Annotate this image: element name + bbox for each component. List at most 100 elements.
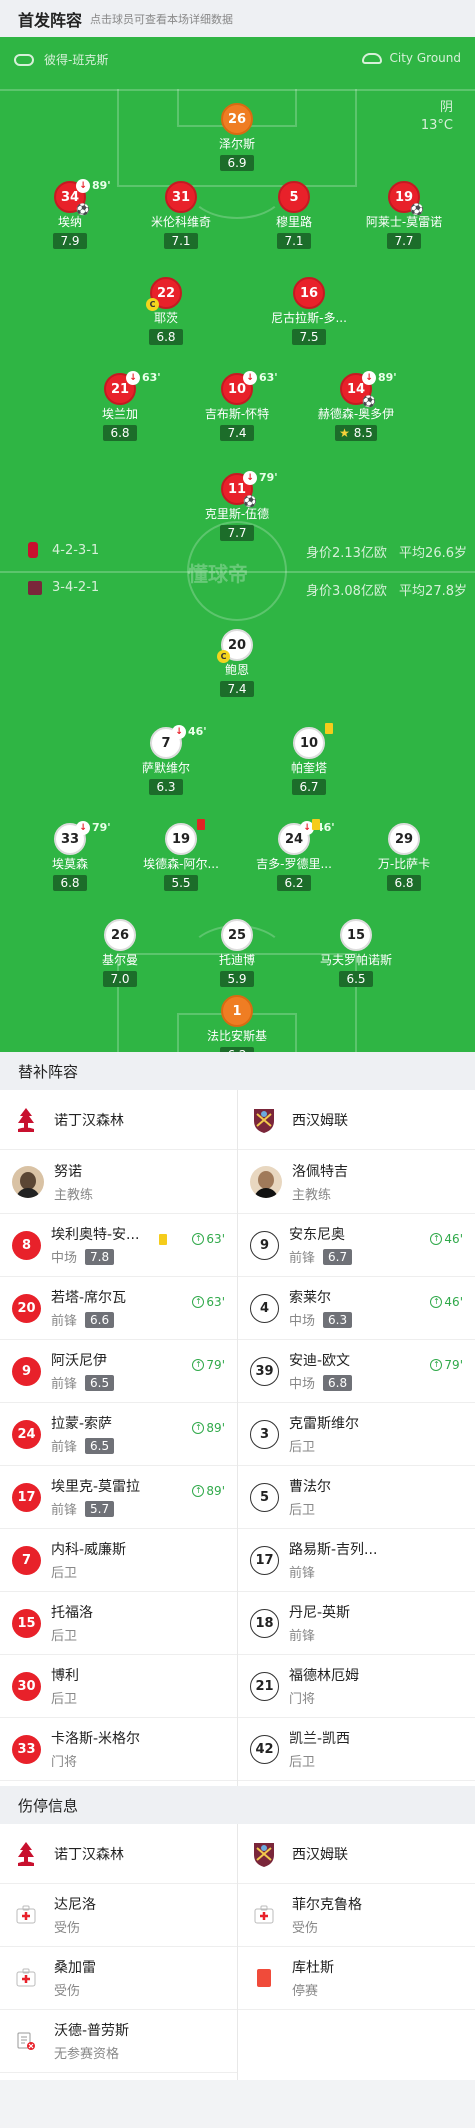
rating-value: 7.4 bbox=[227, 682, 247, 696]
injury-away-team-row[interactable]: 西汉姆联 bbox=[238, 1824, 475, 1884]
sub-number-badge: 7 bbox=[12, 1545, 41, 1575]
sub-player-meta: 后卫 bbox=[289, 1436, 475, 1455]
sub-player-row[interactable]: 3 克雷斯维尔 后卫 bbox=[238, 1403, 475, 1466]
player-number-badge: 21 ↓ 63' bbox=[104, 371, 161, 405]
away-player[interactable]: 24 ↓ 46' 吉多-罗德里... 6.2 bbox=[244, 819, 344, 891]
player-name: 耶茨 bbox=[153, 311, 178, 325]
goal-ball-icon: ⚽ bbox=[362, 395, 376, 408]
home-coach-role: 主教练 bbox=[54, 1187, 94, 1203]
injury-text: 库杜斯 停赛 bbox=[292, 1957, 475, 1999]
sub-player-row[interactable]: 20 若塔-席尔瓦 前锋 6.6 ↑ 63' bbox=[0, 1277, 237, 1340]
away-coach-name: 洛佩特吉 bbox=[292, 1163, 348, 1180]
sub-player-row[interactable]: 18 丹尼-英斯 前锋 bbox=[238, 1592, 475, 1655]
home-player[interactable]: 5 穆里路 7.1 bbox=[244, 181, 344, 249]
sub-number-badge: 30 bbox=[12, 1671, 41, 1701]
sub-player-position: 门将 bbox=[51, 1755, 78, 1770]
injury-row[interactable]: 沃德-普劳斯 无参赛资格 bbox=[0, 2010, 237, 2073]
sub-number-badge: 33 bbox=[12, 1734, 41, 1764]
player-name: 法比安斯基 bbox=[206, 1029, 267, 1043]
sub-player-row[interactable]: 21 福德林厄姆 门将 bbox=[238, 1655, 475, 1718]
sub-player-rating: 6.8 bbox=[323, 1374, 353, 1391]
sub-in-time: ↑ 89' bbox=[192, 1484, 225, 1498]
injury-row[interactable]: 库杜斯 停赛 bbox=[238, 1947, 475, 2010]
sub-player-position: 后卫 bbox=[289, 1503, 316, 1518]
away-player[interactable]: 26 基尔曼 7.0 bbox=[70, 919, 170, 987]
stadium-name: City Ground bbox=[389, 51, 461, 65]
injury-home-team-row[interactable]: 诺丁汉森林 bbox=[0, 1824, 237, 1884]
sub-in-time: ↑ 46' bbox=[430, 1295, 463, 1309]
sub-player-name: 博利 bbox=[51, 1668, 79, 1684]
sub-in-icon: ↑ bbox=[192, 1359, 205, 1371]
player-name: 埃兰加 bbox=[101, 407, 138, 421]
sub-player-row[interactable]: 42 凯兰-凯西 后卫 bbox=[238, 1718, 475, 1781]
home-player[interactable]: 14 ↓ 89' ⚽ 赫德森-奥多伊 ★ 8.5 bbox=[306, 371, 406, 441]
sub-player-row[interactable]: 9 阿沃尼伊 前锋 6.5 ↑ 79' bbox=[0, 1340, 237, 1403]
sub-player-position: 门将 bbox=[289, 1692, 316, 1707]
sub-player-row[interactable]: 8 埃利奥特-安... 中场 7.8 ↑ 63' bbox=[0, 1214, 237, 1277]
sub-player-text: 福德林厄姆 门将 bbox=[289, 1665, 475, 1707]
sub-time: 89' bbox=[92, 179, 111, 192]
sub-player-row[interactable]: 15 托福洛 后卫 bbox=[0, 1592, 237, 1655]
home-coach-row[interactable]: 努诺 主教练 bbox=[0, 1150, 237, 1214]
sub-player-position: 中场 bbox=[289, 1377, 316, 1392]
player-number-badge: 19 bbox=[165, 819, 205, 855]
player-number-badge: 33 ↓ 79' bbox=[54, 821, 111, 855]
injury-text: 达尼洛 受伤 bbox=[54, 1894, 237, 1936]
sub-player-row[interactable]: 39 安迪-欧文 中场 6.8 ↑ 79' bbox=[238, 1340, 475, 1403]
rating-value: 7.4 bbox=[227, 426, 247, 440]
player-number-badge: 15 bbox=[340, 919, 372, 951]
home-team-row[interactable]: 诺丁汉森林 bbox=[0, 1090, 237, 1150]
sub-player-row[interactable]: 24 拉蒙-索萨 前锋 6.5 ↑ 89' bbox=[0, 1403, 237, 1466]
sub-player-row[interactable]: 17 埃里克-莫雷拉 前锋 5.7 ↑ 89' bbox=[0, 1466, 237, 1529]
sub-player-position: 前锋 bbox=[51, 1440, 78, 1455]
home-player[interactable]: 34 ↓ 89' ⚽ 埃纳 7.9 bbox=[20, 179, 120, 249]
sub-player-meta: 门将 bbox=[51, 1751, 237, 1770]
sub-player-meta: 中场 6.8 bbox=[289, 1373, 475, 1392]
away-avg-age: 平均27.8岁 bbox=[399, 584, 467, 599]
away-coach-row[interactable]: 洛佩特吉 主教练 bbox=[238, 1150, 475, 1214]
away-player[interactable]: 20 C 鲍恩 7.4 bbox=[187, 629, 287, 697]
home-player[interactable]: 21 ↓ 63' 埃兰加 6.8 bbox=[70, 371, 170, 441]
injury-row[interactable]: 菲尔克鲁格 受伤 bbox=[238, 1884, 475, 1947]
sub-in-minute: 89' bbox=[206, 1484, 225, 1498]
injury-row[interactable]: 桑加雷 受伤 bbox=[0, 1947, 237, 2010]
rating-value: 6.8 bbox=[394, 876, 414, 890]
sub-player-row[interactable]: 30 博利 后卫 bbox=[0, 1655, 237, 1718]
sub-player-rating: 7.8 bbox=[85, 1248, 115, 1265]
home-player[interactable]: 11 ↓ 79' ⚽ 克里斯-伍德 7.7 bbox=[187, 471, 287, 541]
injury-row[interactable]: 达尼洛 受伤 bbox=[0, 1884, 237, 1947]
home-player[interactable]: 31 米伦科维奇 7.1 bbox=[131, 181, 231, 249]
player-name: 泽尔斯 bbox=[218, 137, 255, 151]
away-player[interactable]: 10 帕奎塔 6.7 bbox=[259, 723, 359, 795]
sub-player-row[interactable]: 5 曹法尔 后卫 bbox=[238, 1466, 475, 1529]
sub-player-text: 丹尼-英斯 前锋 bbox=[289, 1602, 475, 1644]
sub-player-name: 索莱尔 bbox=[289, 1290, 331, 1306]
injury-text: 菲尔克鲁格 受伤 bbox=[292, 1894, 475, 1936]
home-player[interactable]: 16 尼古拉斯-多... 7.5 bbox=[259, 277, 359, 345]
referee-info: 彼得-班克斯 bbox=[14, 51, 108, 68]
coach-avatar bbox=[12, 1165, 44, 1198]
sub-player-row[interactable]: 33 卡洛斯-米格尔 门将 bbox=[0, 1718, 237, 1781]
away-player[interactable]: 7 ↓ 46' 萨默维尔 6.3 bbox=[116, 725, 216, 795]
sub-player-row[interactable]: 4 索莱尔 中场 6.3 ↑ 46' bbox=[238, 1277, 475, 1340]
home-player[interactable]: 19 ⚽ 阿莱士-莫雷诺 7.7 bbox=[354, 181, 454, 249]
away-player[interactable]: 15 马夫罗帕诺斯 6.5 bbox=[306, 919, 406, 987]
sub-player-row[interactable]: 7 内科-威廉斯 后卫 bbox=[0, 1529, 237, 1592]
away-player[interactable]: 19 埃德森-阿尔... 5.5 bbox=[131, 819, 231, 891]
away-team-row[interactable]: 西汉姆联 bbox=[238, 1090, 475, 1150]
westham-crest-icon bbox=[252, 1106, 276, 1134]
home-player[interactable]: 22 C 耶茨 6.8 bbox=[116, 277, 216, 345]
away-player[interactable]: 33 ↓ 79' 埃莫森 6.8 bbox=[20, 821, 120, 891]
sub-player-row[interactable]: 17 路易斯-吉列... 前锋 bbox=[238, 1529, 475, 1592]
sub-player-row[interactable]: 9 安东尼奥 前锋 6.7 ↑ 46' bbox=[238, 1214, 475, 1277]
home-coach-name: 努诺 bbox=[54, 1163, 82, 1180]
away-player[interactable]: 25 托迪博 5.9 bbox=[187, 919, 287, 987]
home-player[interactable]: 10 ↓ 63' 吉布斯-怀特 7.4 bbox=[187, 371, 287, 441]
sub-player-position: 前锋 bbox=[51, 1377, 78, 1392]
away-player[interactable]: 1法比安斯基6.2 bbox=[187, 995, 287, 1052]
home-player[interactable]: 26 泽尔斯 6.9 bbox=[187, 103, 287, 171]
away-player[interactable]: 29 万-比萨卡 6.8 bbox=[354, 823, 454, 891]
rating-value: 7.7 bbox=[394, 234, 414, 248]
sub-time: 89' bbox=[378, 371, 397, 384]
rating-value: 6.8 bbox=[110, 426, 130, 440]
